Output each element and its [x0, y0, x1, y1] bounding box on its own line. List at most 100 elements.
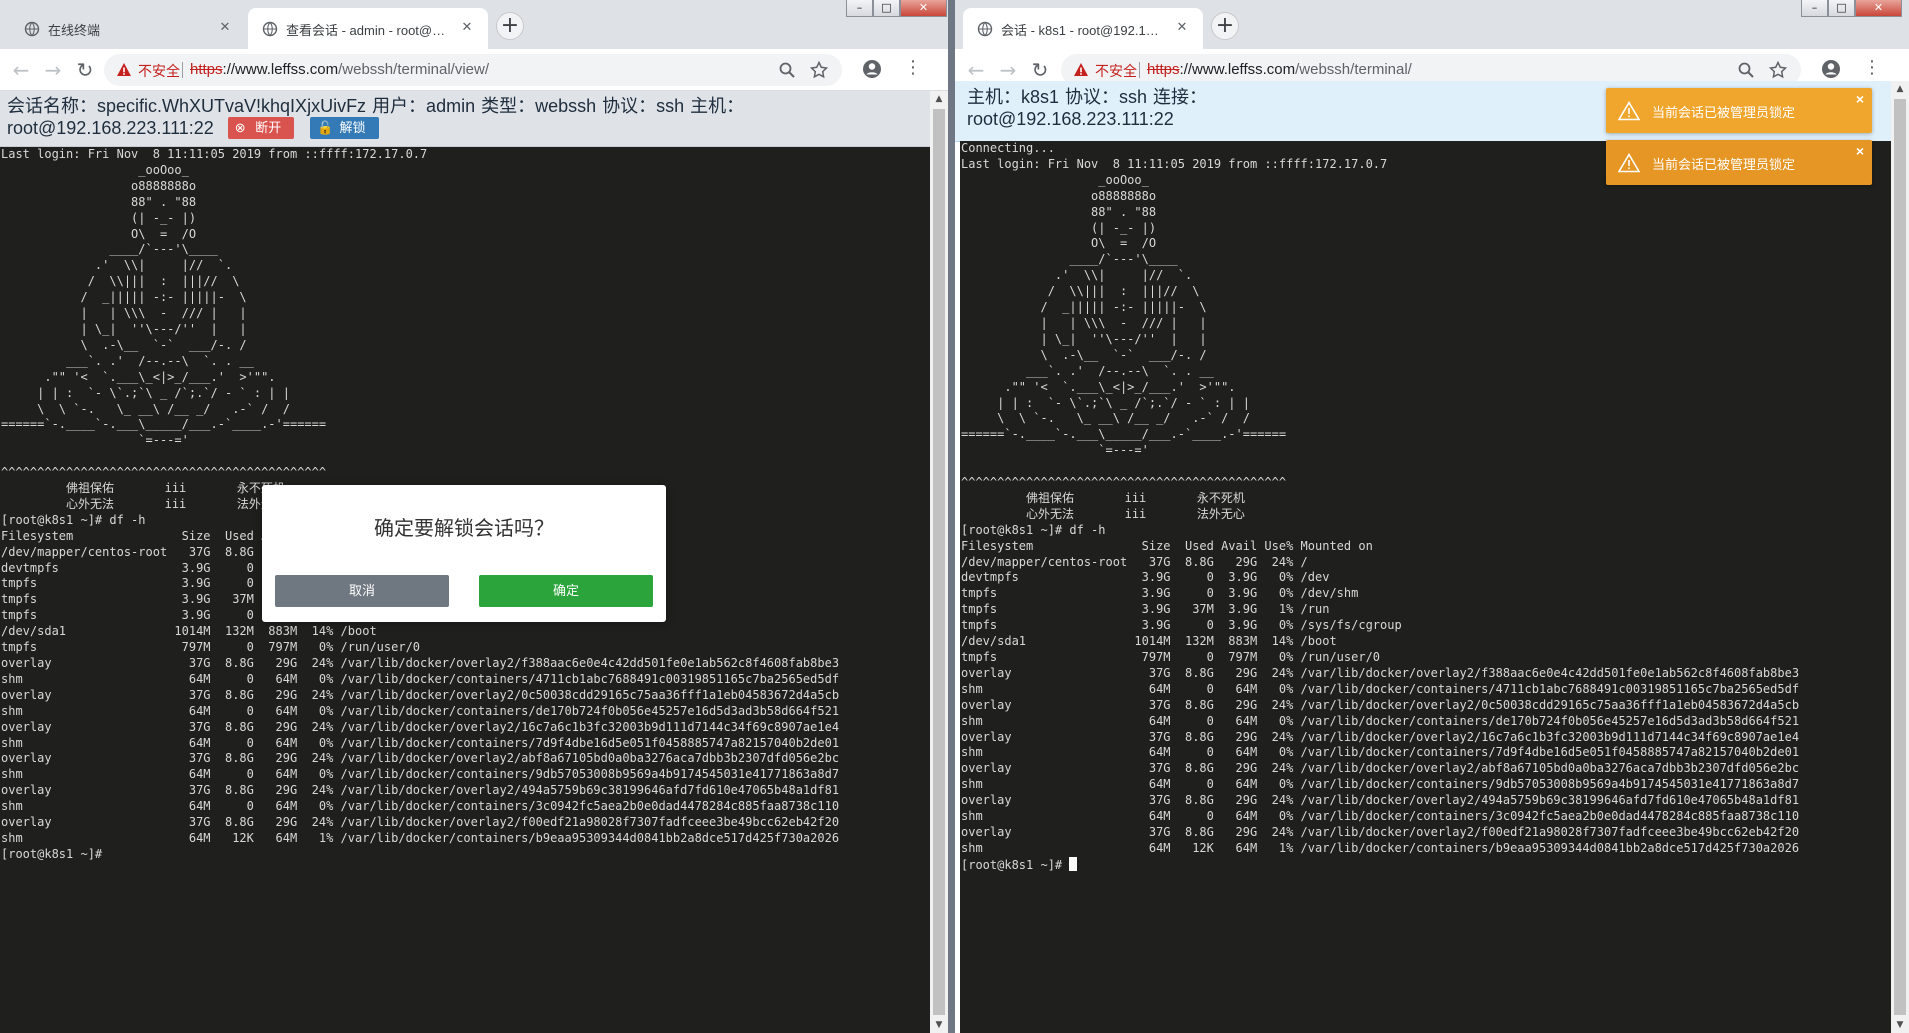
scroll-up-icon[interactable]: ▲	[930, 91, 948, 107]
minimize-button[interactable]: –	[846, 0, 873, 17]
url-text: https://www.leffss.com/webssh/terminal/v…	[190, 61, 489, 78]
star-icon[interactable]	[1769, 61, 1787, 79]
session-info: 主机：k8s1 协议：ssh 连接： root@192.168.223.111:22	[967, 86, 1587, 130]
zoom-icon[interactable]	[778, 61, 796, 79]
tab-strip: 会话 - k8s1 - root@192.168.223.111:22 ✕ + …	[955, 0, 1909, 49]
tab-strip: 在线终端 ✕ 查看会话 - admin - root@192.168.223.1…	[0, 0, 948, 49]
insecure-label: 不安全	[138, 63, 180, 79]
maximize-button[interactable]: □	[1828, 0, 1855, 17]
session-protocol: 协议：ssh	[602, 96, 685, 116]
session-host-label: 主机：	[690, 96, 745, 116]
session-connect: root@192.168.223.111:22	[967, 109, 1174, 129]
url-path: /webssh/terminal/view/	[338, 61, 490, 78]
disconnect-icon: ⊗	[234, 120, 250, 135]
unlock-label: 解锁	[339, 120, 366, 135]
session-type: 类型：webssh	[481, 96, 597, 116]
lock-notification: 当前会话已被管理员锁定 ×	[1606, 140, 1872, 185]
account-icon[interactable]	[1821, 59, 1841, 79]
toast-message: 当前会话已被管理员锁定	[1652, 157, 1796, 172]
scrollbar-thumb[interactable]	[1894, 99, 1906, 1015]
scrollbar-thumb[interactable]	[933, 109, 945, 1015]
session-user: 用户：admin	[372, 96, 476, 116]
warning-icon	[117, 63, 131, 76]
warning-icon	[1618, 153, 1640, 173]
tab-title: 查看会话 - admin - root@192.168.223.111:22	[286, 23, 448, 38]
cancel-button[interactable]: 取消	[275, 575, 449, 607]
warning-icon	[1074, 63, 1088, 76]
reload-button[interactable]: ↻	[1027, 57, 1053, 83]
warning-icon	[1618, 101, 1640, 121]
session-protocol: 协议：ssh	[1065, 87, 1148, 107]
scroll-up-icon[interactable]: ▲	[1891, 81, 1909, 97]
close-window-button[interactable]: ✕	[900, 0, 947, 17]
minimize-button[interactable]: –	[1801, 0, 1828, 17]
dialog-message: 确定要解锁会话吗？	[374, 518, 554, 540]
window-controls: – □ ✕	[846, 0, 947, 20]
forward-button[interactable]: →	[40, 57, 66, 83]
close-icon[interactable]: ×	[1856, 91, 1864, 107]
url-scheme: https	[190, 61, 223, 78]
unlock-confirm-dialog: 确定要解锁会话吗？ 取消 确定	[262, 485, 666, 622]
close-tab-icon[interactable]: ✕	[1173, 19, 1191, 37]
address-bar[interactable]: 不安全 https://www.leffss.com/webssh/termin…	[104, 54, 842, 86]
back-button[interactable]: ←	[963, 57, 989, 83]
scroll-down-icon[interactable]: ▼	[1891, 1017, 1909, 1033]
zoom-icon[interactable]	[1737, 61, 1755, 79]
terminal-text: Connecting... Last login: Fri Nov 8 11:1…	[961, 141, 1800, 872]
account-icon[interactable]	[862, 59, 882, 79]
new-tab-button[interactable]: +	[1211, 12, 1239, 40]
terminal-cursor	[1069, 856, 1078, 871]
maximize-button[interactable]: □	[873, 0, 900, 17]
forward-button[interactable]: →	[995, 57, 1021, 83]
insecure-label: 不安全	[1095, 63, 1137, 79]
globe-icon	[977, 21, 993, 37]
tab-title: 会话 - k8s1 - root@192.168.223.111:22	[1001, 23, 1163, 38]
unlock-icon: 🔓	[317, 120, 334, 135]
url-host: ://www.leffss.com	[1179, 61, 1296, 78]
terminal-output: Connecting... Last login: Fri Nov 8 11:1…	[960, 141, 1891, 874]
window-controls: – □ ✕	[1801, 0, 1902, 20]
url-host: ://www.leffss.com	[222, 61, 339, 78]
close-window-button[interactable]: ✕	[1855, 0, 1902, 17]
menu-icon[interactable]: ⋮	[904, 58, 922, 80]
right-browser-window: 会话 - k8s1 - root@192.168.223.111:22 ✕ + …	[955, 0, 1909, 1033]
session-info-bar: 会话名称：specific.WhXUTvaV!khqIXjxUivFz 用户：ad…	[0, 91, 930, 147]
menu-icon[interactable]: ⋮	[1863, 58, 1881, 80]
scroll-down-icon[interactable]: ▼	[930, 1017, 948, 1033]
disconnect-button[interactable]: ⊗ 断开	[227, 117, 295, 139]
close-tab-icon[interactable]: ✕	[458, 19, 476, 37]
globe-icon	[262, 21, 278, 37]
back-button[interactable]: ←	[8, 57, 34, 83]
tab-session[interactable]: 会话 - k8s1 - root@192.168.223.111:22 ✕	[963, 8, 1203, 49]
reload-button[interactable]: ↻	[72, 57, 98, 83]
session-host: root@192.168.223.111:22	[7, 118, 214, 138]
disconnect-label: 断开	[255, 120, 282, 135]
close-icon[interactable]: ×	[1856, 143, 1864, 159]
tab-title: 在线终端	[48, 23, 101, 38]
session-name: 会话名称：specific.WhXUTvaV!khqIXjxUivFz	[7, 96, 367, 116]
new-tab-button[interactable]: +	[496, 12, 524, 40]
terminal-view[interactable]: Connecting... Last login: Fri Nov 8 11:1…	[960, 141, 1891, 1033]
window-divider	[948, 0, 955, 1033]
globe-icon	[24, 21, 40, 37]
url-separator	[1139, 62, 1140, 78]
left-browser-window: 在线终端 ✕ 查看会话 - admin - root@192.168.223.1…	[0, 0, 948, 1033]
close-tab-icon[interactable]: ✕	[216, 19, 234, 37]
lock-notification: 当前会话已被管理员锁定 ×	[1606, 88, 1872, 133]
star-icon[interactable]	[810, 61, 828, 79]
url-path: /webssh/terminal/	[1295, 61, 1412, 78]
page-scrollbar[interactable]: ▲ ▼	[930, 91, 948, 1033]
toast-message: 当前会话已被管理员锁定	[1652, 105, 1796, 120]
url-scheme: https	[1147, 61, 1180, 78]
session-host: 主机：k8s1	[967, 87, 1060, 107]
unlock-button[interactable]: 🔓 解锁	[310, 117, 379, 139]
session-connect-label: 连接：	[1153, 87, 1208, 107]
url-separator	[182, 62, 183, 78]
browser-toolbar: ← → ↻ 不安全 https://www.leffss.com/webssh/…	[0, 49, 948, 91]
url-text: https://www.leffss.com/webssh/terminal/	[1147, 61, 1412, 78]
session-info: 会话名称：specific.WhXUTvaV!khqIXjxUivFz 用户：ad…	[7, 95, 907, 139]
page-scrollbar[interactable]: ▲ ▼	[1891, 81, 1909, 1033]
tab-online-terminal[interactable]: 在线终端 ✕	[10, 8, 246, 49]
confirm-button[interactable]: 确定	[479, 575, 653, 607]
tab-view-session[interactable]: 查看会话 - admin - root@192.168.223.111:22 ✕	[248, 8, 488, 49]
